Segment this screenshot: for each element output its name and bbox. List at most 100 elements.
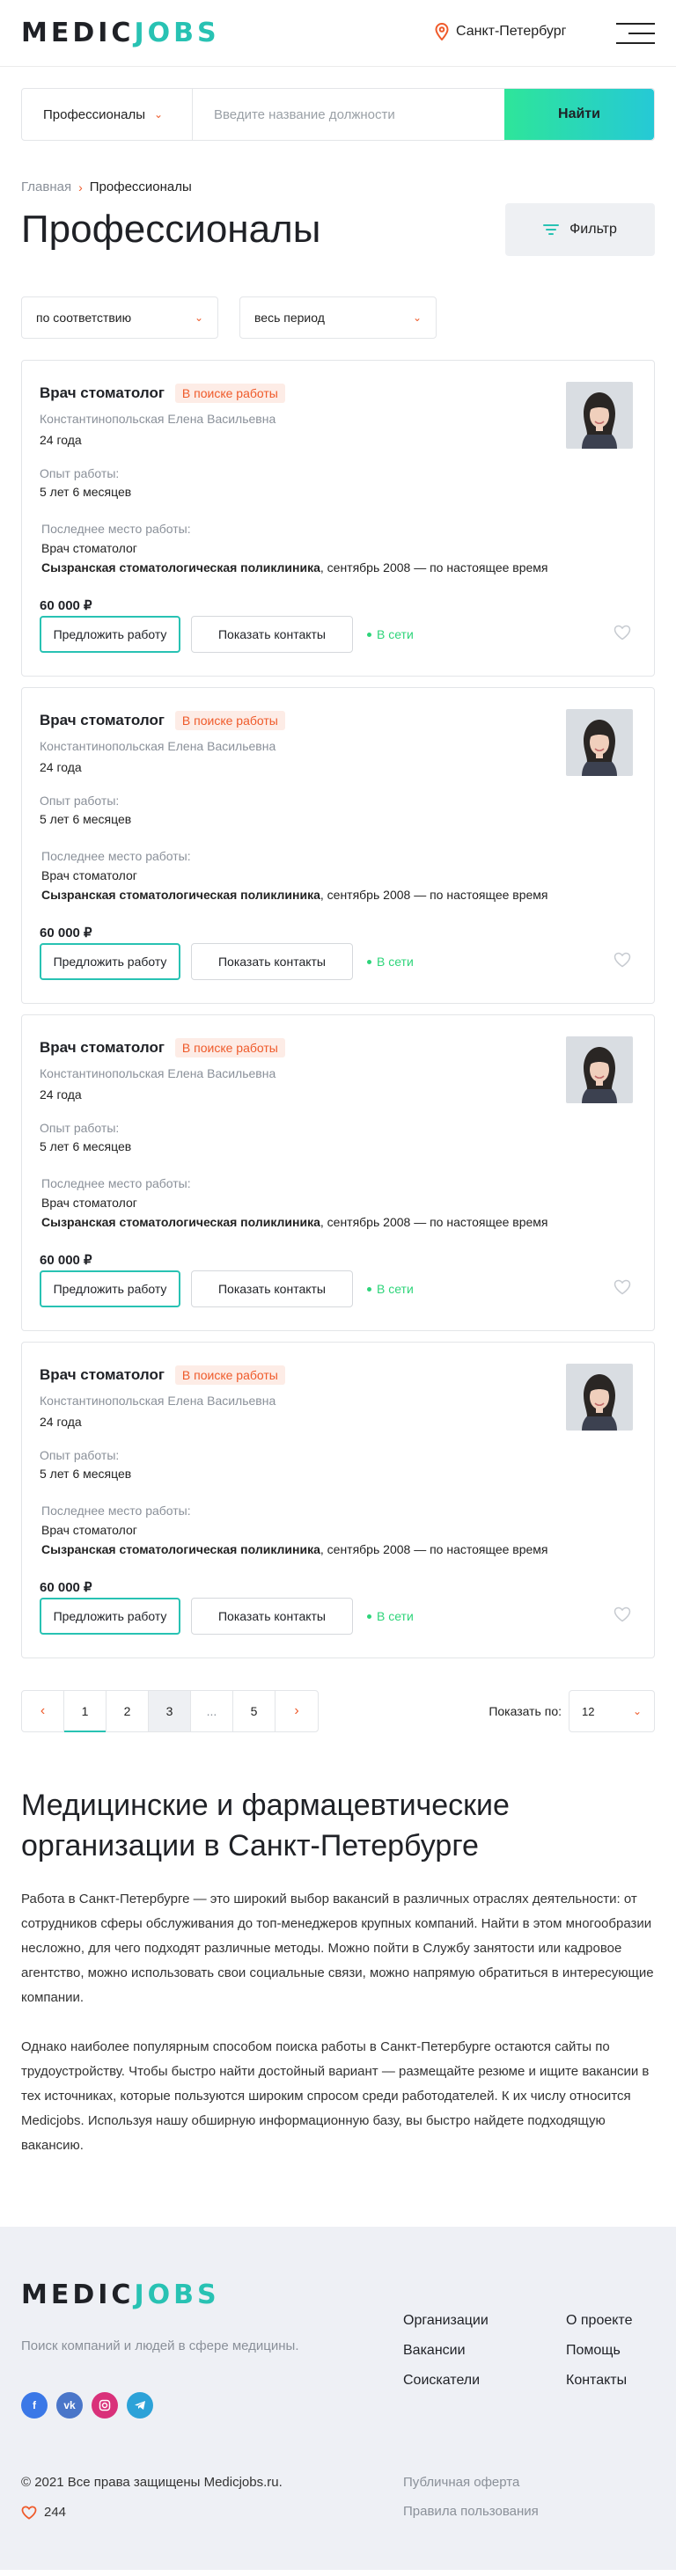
likes-counter[interactable]: 244 — [21, 2505, 66, 2520]
show-contacts-button[interactable]: Показать контакты — [191, 616, 353, 653]
offer-job-button[interactable]: Предложить работу — [40, 616, 180, 653]
avatar — [566, 382, 633, 449]
logo-jobs: JOBS — [134, 2280, 220, 2310]
show-contacts-button[interactable]: Показать контакты — [191, 1270, 353, 1307]
chevron-right-icon: › — [78, 179, 83, 194]
offer-job-button[interactable]: Предложить работу — [40, 943, 180, 980]
status-badge: В поиске работы — [174, 384, 285, 403]
copyright: © 2021 Все права защищены Medicjobs.ru. — [21, 2475, 283, 2490]
page-button[interactable]: 1 — [64, 1691, 107, 1732]
logo-medic: MEDIC — [21, 18, 135, 48]
footer-nav-primary: Организации Вакансии Соискатели — [403, 2313, 489, 2389]
online-status: В сети — [367, 955, 414, 969]
site-header: MEDICJOBS Санкт-Петербург — [0, 0, 676, 67]
experience-label: Опыт работы: — [40, 1448, 120, 1462]
terms-link[interactable]: Правила пользования — [403, 2504, 539, 2519]
footer-nav-secondary: О проекте Помощь Контакты — [566, 2313, 632, 2389]
last-job-period: , сентябрь 2008 — по настоящее время — [320, 888, 548, 902]
sort-order-select[interactable]: по соответствию ⌄ — [21, 296, 218, 339]
facebook-icon[interactable]: f — [21, 2392, 48, 2419]
vk-icon[interactable]: vk — [56, 2392, 83, 2419]
footer-tagline: Поиск компаний и людей в сфере медицины. — [21, 2338, 299, 2353]
footer-link-vacancies[interactable]: Вакансии — [403, 2343, 489, 2359]
sort-period-select[interactable]: весь период ⌄ — [239, 296, 437, 339]
per-page-label: Показать по: — [489, 1704, 562, 1718]
offer-job-button[interactable]: Предложить работу — [40, 1270, 180, 1307]
salary: 60 000 ₽ — [40, 598, 92, 613]
last-job-org-name: Сызранская стоматологическая поликлиника — [41, 560, 320, 574]
search-category-label: Профессионалы — [43, 106, 146, 122]
show-contacts-button[interactable]: Показать контакты — [191, 1598, 353, 1635]
pagination-row: ‹ 1 2 3 ... 5 › Показать по: 12 ⌄ — [21, 1690, 655, 1732]
footer-link-help[interactable]: Помощь — [566, 2343, 632, 2359]
breadcrumb: Главная › Профессионалы — [21, 179, 655, 194]
footer-link-about[interactable]: О проекте — [566, 2313, 632, 2329]
heart-icon — [21, 2505, 37, 2520]
card-actions: Предложить работу Показать контакты В се… — [40, 943, 414, 980]
page-button[interactable]: 2 — [107, 1691, 149, 1731]
card-actions: Предложить работу Показать контакты В се… — [40, 1598, 414, 1635]
experience-value: 5 лет 6 месяцев — [40, 485, 132, 499]
last-job-label: Последнее место работы: — [41, 849, 191, 863]
filter-button[interactable]: Фильтр — [505, 203, 655, 256]
footer-link-organizations[interactable]: Организации — [403, 2313, 489, 2329]
salary: 60 000 ₽ — [40, 926, 92, 940]
filter-icon — [543, 224, 560, 235]
last-job-org: Сызранская стоматологическая поликлиника… — [40, 888, 636, 902]
last-job-org-name: Сызранская стоматологическая поликлиника — [41, 1542, 320, 1556]
status-badge: В поиске работы — [174, 711, 285, 730]
next-page-chevron-right-icon[interactable]: › — [276, 1691, 318, 1731]
search-category-select[interactable]: Профессионалы ⌄ — [22, 89, 193, 140]
resume-title[interactable]: Врач стоматолог — [40, 712, 165, 729]
favorite-heart-icon[interactable] — [614, 1279, 631, 1299]
search-button[interactable]: Найти — [504, 89, 654, 140]
last-job-period: , сентябрь 2008 — по настоящее время — [320, 1542, 548, 1556]
online-dot-icon — [367, 632, 371, 637]
page-button[interactable]: 5 — [233, 1691, 276, 1731]
favorite-heart-icon[interactable] — [614, 1606, 631, 1627]
candidate-age: 24 года — [40, 760, 82, 774]
sort-row: по соответствию ⌄ весь период ⌄ — [21, 296, 655, 339]
candidate-name: Константинопольская Елена Васильевна — [40, 739, 276, 753]
telegram-icon[interactable] — [127, 2392, 153, 2419]
experience-label: Опыт работы: — [40, 466, 120, 480]
offer-job-button[interactable]: Предложить работу — [40, 1598, 180, 1635]
online-status: В сети — [367, 1282, 414, 1296]
search-bar: Профессионалы ⌄ Найти — [21, 88, 655, 141]
city-selector[interactable]: Санкт-Петербург — [435, 23, 566, 40]
search-input[interactable] — [193, 89, 504, 140]
breadcrumb-home-link[interactable]: Главная — [21, 179, 71, 194]
online-status-label: В сети — [377, 1282, 414, 1296]
last-job-label: Последнее место работы: — [41, 1504, 191, 1518]
resume-card[interactable]: Врач стоматолог В поиске работы Констант… — [21, 1342, 655, 1658]
favorite-heart-icon[interactable] — [614, 625, 631, 645]
show-contacts-button[interactable]: Показать контакты — [191, 943, 353, 980]
last-job-org: Сызранская стоматологическая поликлиника… — [40, 560, 636, 574]
footer-link-contacts[interactable]: Контакты — [566, 2373, 632, 2389]
online-dot-icon — [367, 1286, 371, 1292]
footer-link-applicants[interactable]: Соискатели — [403, 2373, 489, 2389]
menu-icon[interactable] — [616, 21, 655, 46]
last-job-period: , сентябрь 2008 — по настоящее время — [320, 1215, 548, 1229]
per-page-select[interactable]: 12 ⌄ — [569, 1690, 655, 1732]
page-button[interactable]: 3 — [149, 1691, 191, 1731]
resume-title[interactable]: Врач стоматолог — [40, 1366, 165, 1384]
chevron-down-icon: ⌄ — [194, 311, 203, 324]
page-title: Профессионалы — [21, 208, 321, 251]
footer-logo[interactable]: MEDICJOBS — [21, 2280, 655, 2310]
resume-card[interactable]: Врач стоматолог В поиске работы Констант… — [21, 360, 655, 677]
online-dot-icon — [367, 959, 371, 964]
candidate-name: Константинопольская Елена Васильевна — [40, 1394, 276, 1408]
favorite-heart-icon[interactable] — [614, 952, 631, 972]
resume-card[interactable]: Врач стоматолог В поиске работы Констант… — [21, 1014, 655, 1331]
resume-title[interactable]: Врач стоматолог — [40, 384, 165, 402]
public-offer-link[interactable]: Публичная оферта — [403, 2475, 539, 2490]
logo[interactable]: MEDICJOBS — [21, 18, 220, 48]
prev-page-chevron-left-icon[interactable]: ‹ — [22, 1691, 64, 1731]
experience-value: 5 лет 6 месяцев — [40, 812, 132, 826]
resume-card[interactable]: Врач стоматолог В поиске работы Констант… — [21, 687, 655, 1004]
candidate-age: 24 года — [40, 1415, 82, 1429]
instagram-icon[interactable] — [92, 2392, 118, 2419]
resume-title[interactable]: Врач стоматолог — [40, 1039, 165, 1057]
experience-value: 5 лет 6 месяцев — [40, 1467, 132, 1481]
